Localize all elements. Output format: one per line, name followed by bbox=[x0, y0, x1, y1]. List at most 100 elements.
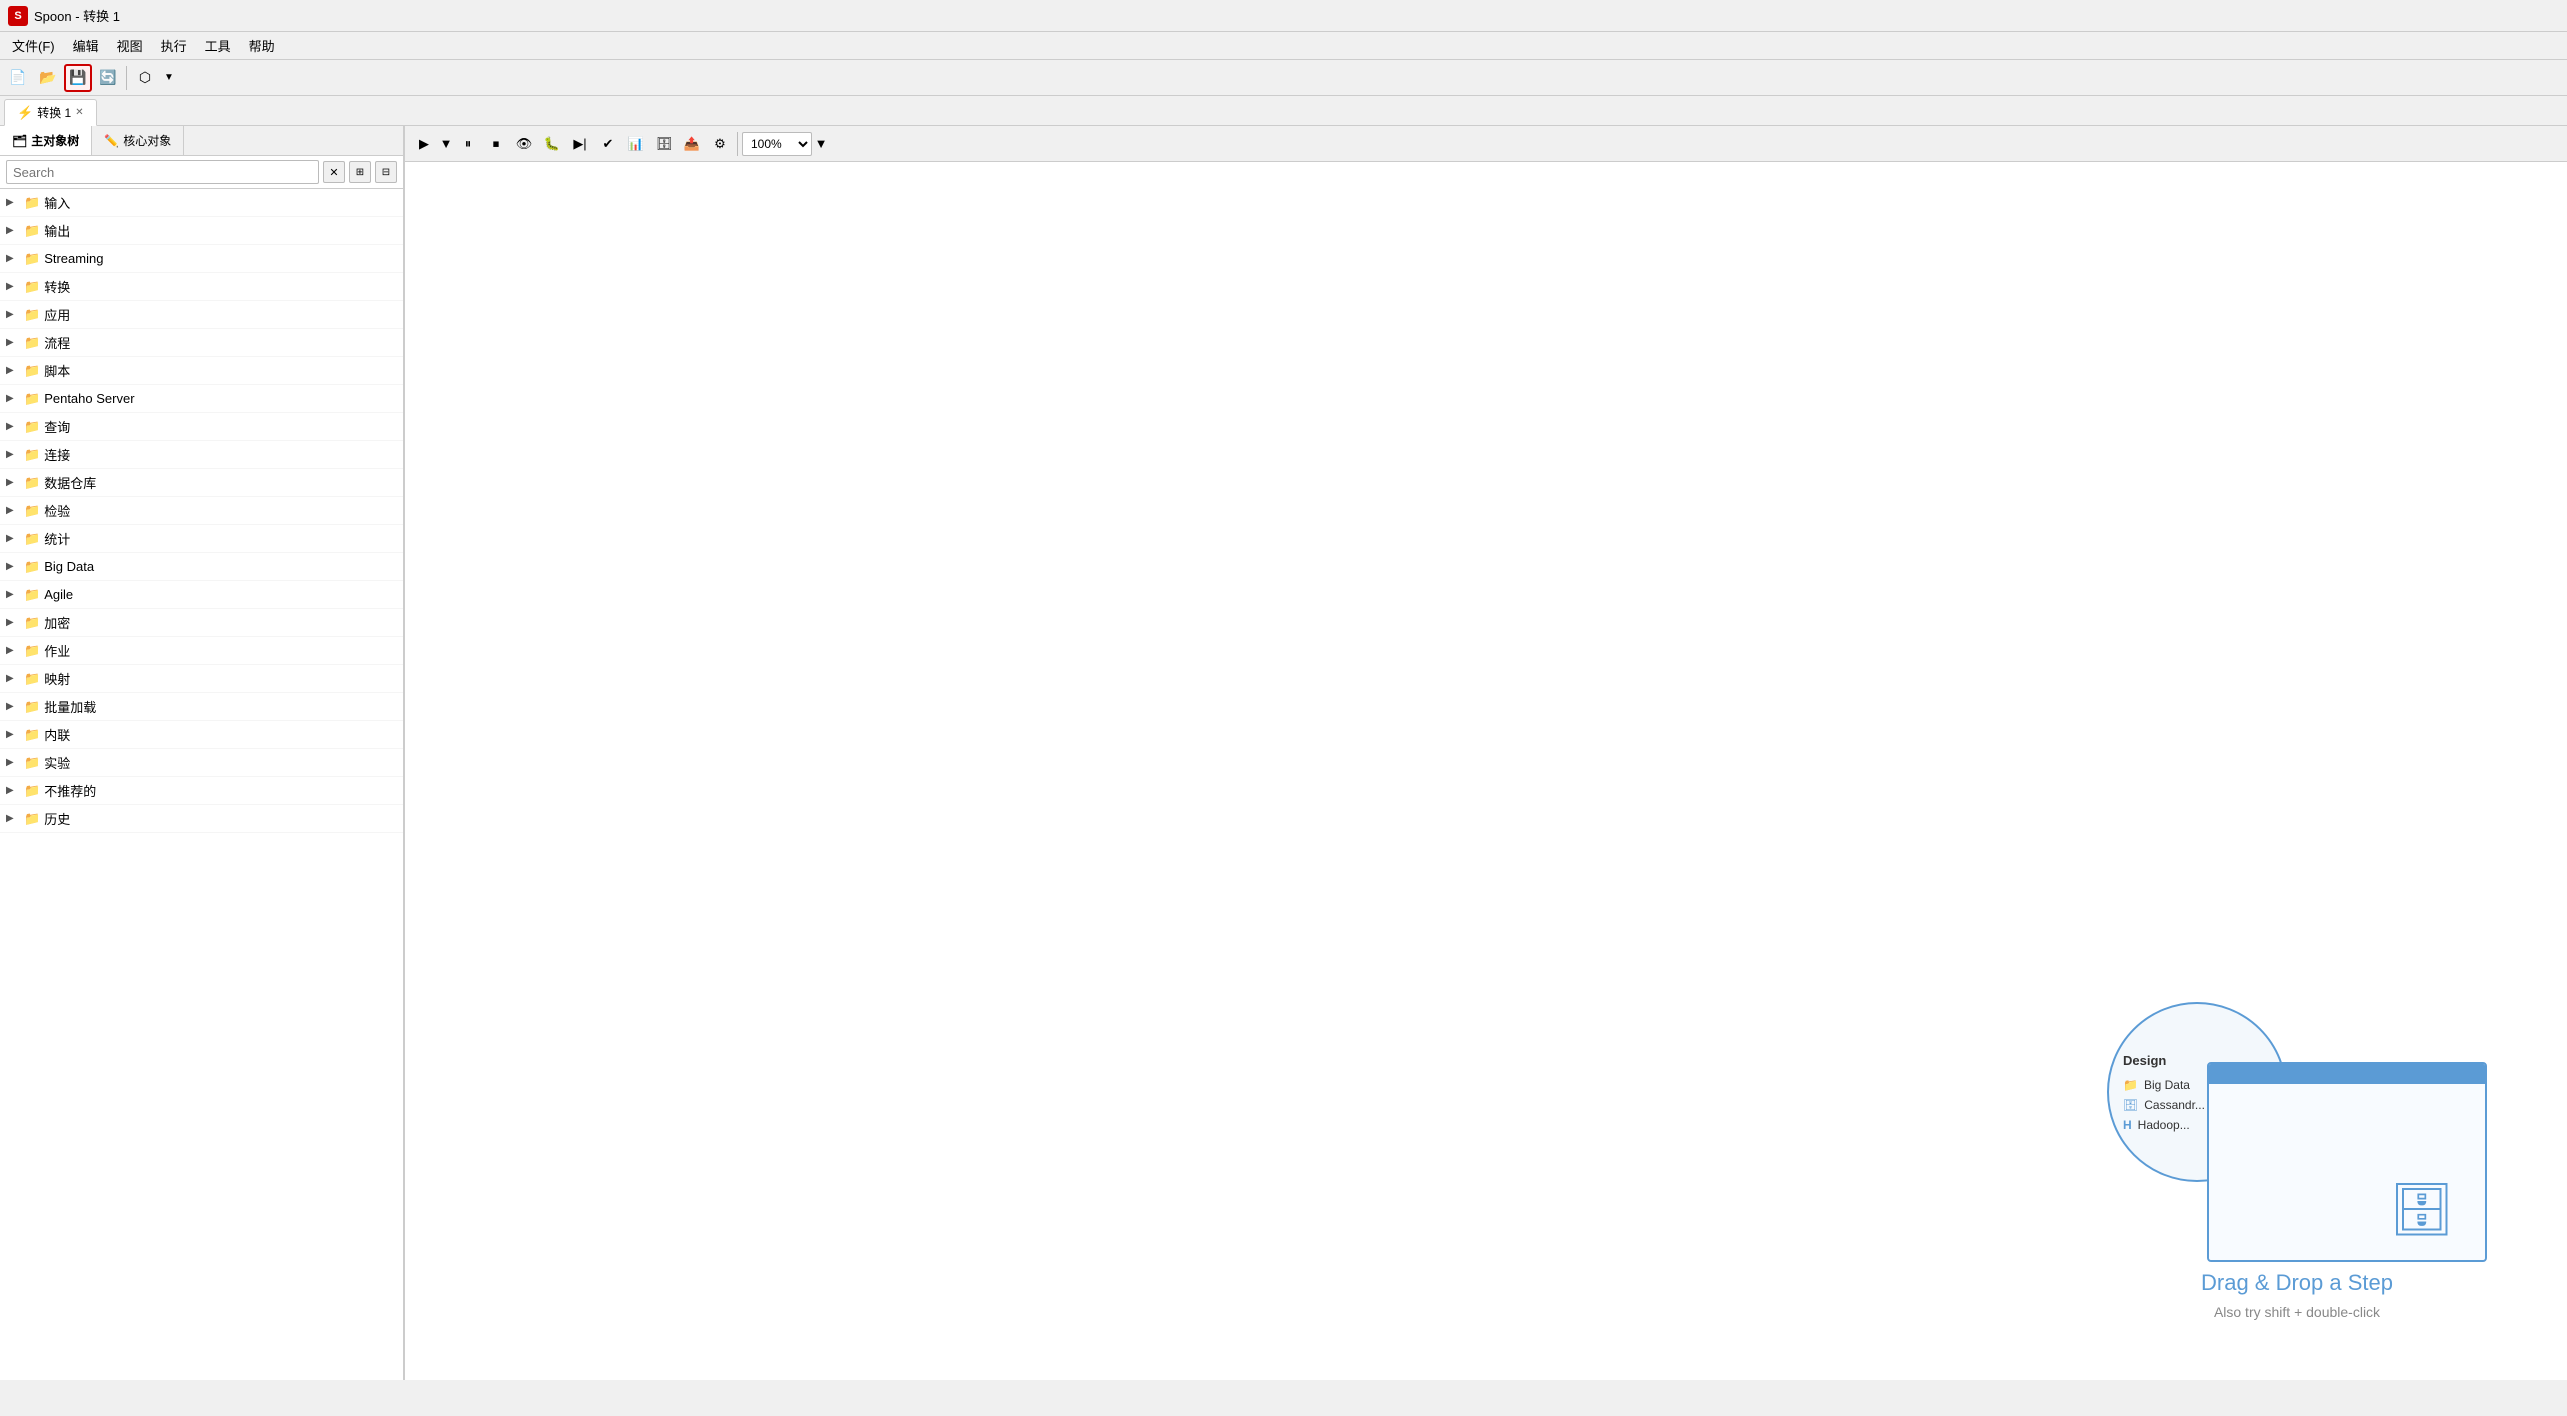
tree-item[interactable]: ▶ 📁 流程 bbox=[0, 329, 403, 357]
tree-item[interactable]: ▶ 📁 批量加载 bbox=[0, 693, 403, 721]
tree-item-label: Pentaho Server bbox=[44, 391, 134, 406]
stop-button[interactable]: ⏹ bbox=[483, 131, 509, 157]
tree-item[interactable]: ▶ 📁 应用 bbox=[0, 301, 403, 329]
menu-help[interactable]: 帮助 bbox=[241, 33, 283, 58]
search-input[interactable] bbox=[6, 160, 319, 184]
folder-icon: 📁 bbox=[24, 447, 40, 463]
tree-item-label: 历史 bbox=[44, 809, 70, 828]
folder-icon: 📁 bbox=[24, 671, 40, 687]
saveas-button[interactable]: 🔄 bbox=[94, 64, 122, 92]
hadoop-label: Hadoop... bbox=[2138, 1118, 2190, 1132]
zoom-dropdown[interactable]: ▼ bbox=[814, 131, 828, 157]
tree-item-label: Big Data bbox=[44, 559, 94, 574]
tree-item[interactable]: ▶ 📁 统计 bbox=[0, 525, 403, 553]
folder-icon: 📁 bbox=[24, 475, 40, 491]
new-button[interactable]: 📄 bbox=[4, 64, 32, 92]
tree-item-label: 映射 bbox=[44, 669, 70, 688]
main-toolbar: 📄 📂 💾 🔄 ⬡ ▼ bbox=[0, 60, 2567, 96]
main-objects-label: 主对象树 bbox=[31, 132, 79, 149]
search-clear-button[interactable]: ✕ bbox=[323, 161, 345, 183]
settings-button[interactable]: ⚙ bbox=[707, 131, 733, 157]
tree-item[interactable]: ▶ 📁 作业 bbox=[0, 637, 403, 665]
folder-icon: 📁 bbox=[24, 559, 40, 575]
tree-item[interactable]: ▶ 📁 映射 bbox=[0, 665, 403, 693]
panel-tabs: 🗂 主对象树 ✏️ 核心对象 bbox=[0, 126, 403, 156]
dnd-circle-item-cassandra: 🗄 Cassandr... bbox=[2123, 1098, 2205, 1112]
toolbar-separator bbox=[126, 66, 127, 90]
tree-arrow: ▶ bbox=[6, 561, 20, 572]
sql-button[interactable]: 🗄 bbox=[651, 131, 677, 157]
tab-label: 转换 1 bbox=[37, 104, 71, 121]
tree-item[interactable]: ▶ 📁 检验 bbox=[0, 497, 403, 525]
tree-item-label: Agile bbox=[44, 587, 73, 602]
tree-item[interactable]: ▶ 📁 查询 bbox=[0, 413, 403, 441]
tree-item[interactable]: ▶ 📁 不推荐的 bbox=[0, 777, 403, 805]
menu-run[interactable]: 执行 bbox=[153, 33, 195, 58]
tree-item-label: 实验 bbox=[44, 753, 70, 772]
tree-arrow: ▶ bbox=[6, 253, 20, 264]
tab-main-objects[interactable]: 🗂 主对象树 bbox=[0, 126, 92, 155]
tree-item[interactable]: ▶ 📁 脚本 bbox=[0, 357, 403, 385]
tab-close-button[interactable]: ✕ bbox=[75, 107, 83, 118]
folder-icon: 📁 bbox=[24, 279, 40, 295]
export-button[interactable]: 📤 bbox=[679, 131, 705, 157]
tree-item[interactable]: ▶ 📁 输入 bbox=[0, 189, 403, 217]
folder-icon: 📁 bbox=[24, 643, 40, 659]
folder-icon: 📁 bbox=[24, 419, 40, 435]
tree-item-label: 内联 bbox=[44, 725, 70, 744]
tree-item[interactable]: ▶ 📁 Big Data bbox=[0, 553, 403, 581]
menu-view[interactable]: 视图 bbox=[109, 33, 151, 58]
tree-item[interactable]: ▶ 📁 Agile bbox=[0, 581, 403, 609]
tree-item-label: 检验 bbox=[44, 501, 70, 520]
tree-item[interactable]: ▶ 📁 历史 bbox=[0, 805, 403, 833]
hadoop-icon: H bbox=[2123, 1118, 2132, 1132]
tree-item-label: Streaming bbox=[44, 251, 103, 266]
tab-icon: ⚡ bbox=[17, 105, 33, 121]
impact-button[interactable]: 📊 bbox=[623, 131, 649, 157]
tree-item[interactable]: ▶ 📁 数据仓库 bbox=[0, 469, 403, 497]
zoom-select[interactable]: 100% 50% 75% 150% 200% bbox=[742, 132, 812, 156]
pause-button[interactable]: ⏸ bbox=[455, 131, 481, 157]
preview-button[interactable]: 👁 bbox=[511, 131, 537, 157]
layers-button[interactable]: ⬡ bbox=[131, 64, 159, 92]
dnd-graphic: Design 📁 Big Data 🗄 Cassandr... H Hadoop… bbox=[2107, 1002, 2487, 1262]
menu-file[interactable]: 文件(F) bbox=[4, 33, 63, 58]
folder-icon: 📁 bbox=[24, 811, 40, 827]
tree-arrow: ▶ bbox=[6, 309, 20, 320]
right-panel: ▶ ▼ ⏸ ⏹ 👁 🐛 ▶| ✔ 📊 🗄 📤 ⚙ 100% 50% 75% 15… bbox=[405, 126, 2567, 1380]
dnd-subtitle: Also try shift + double-click bbox=[2214, 1304, 2380, 1320]
run-button[interactable]: ▶ bbox=[411, 131, 437, 157]
canvas-tab[interactable]: ⚡ 转换 1 ✕ bbox=[4, 99, 97, 126]
tree-item[interactable]: ▶ 📁 连接 bbox=[0, 441, 403, 469]
search-collapse-button[interactable]: ⊟ bbox=[375, 161, 397, 183]
tree-item[interactable]: ▶ 📁 实验 bbox=[0, 749, 403, 777]
search-expand-button[interactable]: ⊞ bbox=[349, 161, 371, 183]
debug-button[interactable]: 🐛 bbox=[539, 131, 565, 157]
canvas-area[interactable]: Design 📁 Big Data 🗄 Cassandr... H Hadoop… bbox=[405, 162, 2567, 1380]
cassandra-label: Cassandr... bbox=[2144, 1098, 2205, 1112]
left-panel: 🗂 主对象树 ✏️ 核心对象 ✕ ⊞ ⊟ ▶ 📁 输入 ▶ 📁 输出 ▶ 📁 S… bbox=[0, 126, 405, 1380]
menu-edit[interactable]: 编辑 bbox=[65, 33, 107, 58]
check-button[interactable]: ✔ bbox=[595, 131, 621, 157]
tree-item[interactable]: ▶ 📁 加密 bbox=[0, 609, 403, 637]
save-button[interactable]: 💾 bbox=[64, 64, 92, 92]
run-dropdown[interactable]: ▼ bbox=[439, 131, 453, 157]
main-layout: 🗂 主对象树 ✏️ 核心对象 ✕ ⊞ ⊟ ▶ 📁 输入 ▶ 📁 输出 ▶ 📁 S… bbox=[0, 126, 2567, 1380]
tree-item[interactable]: ▶ 📁 转换 bbox=[0, 273, 403, 301]
menu-tools[interactable]: 工具 bbox=[197, 33, 239, 58]
tree-arrow: ▶ bbox=[6, 281, 20, 292]
tree-item[interactable]: ▶ 📁 输出 bbox=[0, 217, 403, 245]
tree-item[interactable]: ▶ 📁 Streaming bbox=[0, 245, 403, 273]
core-objects-icon: ✏️ bbox=[104, 134, 119, 148]
tree-item[interactable]: ▶ 📁 Pentaho Server bbox=[0, 385, 403, 413]
layers-dropdown[interactable]: ▼ bbox=[161, 64, 177, 92]
tree-item[interactable]: ▶ 📁 内联 bbox=[0, 721, 403, 749]
tree-list: ▶ 📁 输入 ▶ 📁 输出 ▶ 📁 Streaming ▶ 📁 转换 ▶ 📁 应… bbox=[0, 189, 403, 1380]
replay-button[interactable]: ▶| bbox=[567, 131, 593, 157]
dnd-circle-item-hadoop: H Hadoop... bbox=[2123, 1118, 2190, 1132]
tab-core-objects[interactable]: ✏️ 核心对象 bbox=[92, 126, 184, 155]
bigdata-label: Big Data bbox=[2144, 1078, 2190, 1092]
open-button[interactable]: 📂 bbox=[34, 64, 62, 92]
dnd-circle-item-bigdata: 📁 Big Data bbox=[2123, 1078, 2190, 1092]
folder-icon: 📁 bbox=[24, 251, 40, 267]
